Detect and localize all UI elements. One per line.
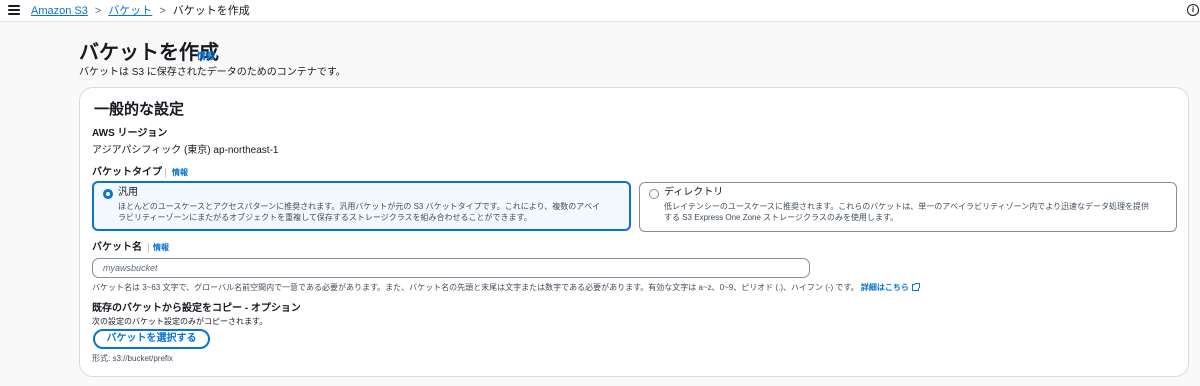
option-title-directory: ディレクトリ [664, 187, 724, 198]
chevron-right-icon: > [159, 5, 166, 17]
bucket-type-info-link[interactable]: 情報 [172, 166, 188, 179]
breadcrumb-current: バケットを作成 [172, 5, 250, 17]
radio-general-purpose[interactable] [103, 189, 113, 199]
bucket-name-hint-text: バケット名は 3~63 文字で、グローバル名前空間内で一意である必要があります。… [92, 283, 859, 292]
bucket-name-hint: バケット名は 3~63 文字で、グローバル名前空間内で一意である必要があります。… [92, 282, 920, 293]
option-title-general-purpose: 汎用 [118, 187, 138, 198]
section-title: 一般的な設定 [94, 101, 185, 118]
option-desc-directory-2: する S3 Express One Zone ストレージクラスのみを使用します。 [664, 213, 899, 222]
option-desc-general-purpose-2: ラビリティーゾーンにまたがるオブジェクトを重複して保存するストレージクラスを組み… [118, 213, 532, 222]
info-icon[interactable]: i [1187, 4, 1199, 16]
region-label: AWS リージョン [92, 128, 168, 139]
learn-more-link[interactable]: 詳細はこちら [861, 283, 909, 292]
breadcrumb-buckets[interactable]: バケット [108, 3, 152, 19]
menu-icon[interactable] [8, 5, 20, 15]
bucket-type-label: バケットタイプ [92, 167, 162, 178]
region-value: アジアパシフィック (東京) ap-northeast-1 [92, 145, 279, 156]
bucket-name-input[interactable] [92, 258, 810, 278]
page-description: バケットは S3 に保存されたデータのためのコンテナです。 [79, 67, 346, 78]
breadcrumb: Amazon S3 > バケット > バケットを作成 [31, 3, 250, 19]
choose-bucket-button[interactable]: バケットを選択する [93, 329, 210, 349]
format-hint: 形式: s3://bucket/prefix [92, 354, 173, 363]
chevron-right-icon: > [94, 5, 102, 17]
copy-settings-label: 既存のバケットから設定をコピー - オプション [92, 303, 301, 314]
option-desc-general-purpose-1: ほとんどのユースケースとアクセスパターンに推奨されます。汎用バケットが元の S3… [118, 202, 601, 211]
general-configuration-panel [79, 87, 1189, 377]
bucket-name-placeholder: myawsbucket [103, 263, 158, 273]
top-navigation-bar: Amazon S3 > バケット > バケットを作成 i [0, 0, 1200, 22]
bucket-name-label: バケット名 [92, 242, 142, 253]
external-link-icon [911, 283, 920, 291]
label-divider [148, 243, 149, 253]
page-info-link[interactable]: 情報 [197, 49, 215, 62]
bucket-name-info-link[interactable]: 情報 [153, 241, 169, 254]
label-divider [165, 168, 166, 178]
copy-settings-description: 次の設定のバケット設定のみがコピーされます。 [92, 317, 268, 326]
option-desc-directory-1: 低レイテンシーのユースケースに推奨されます。これらのバケットは、単一のアベイラビ… [664, 202, 1150, 211]
breadcrumb-amazon-s3[interactable]: Amazon S3 [31, 3, 88, 19]
radio-directory[interactable] [649, 189, 659, 199]
